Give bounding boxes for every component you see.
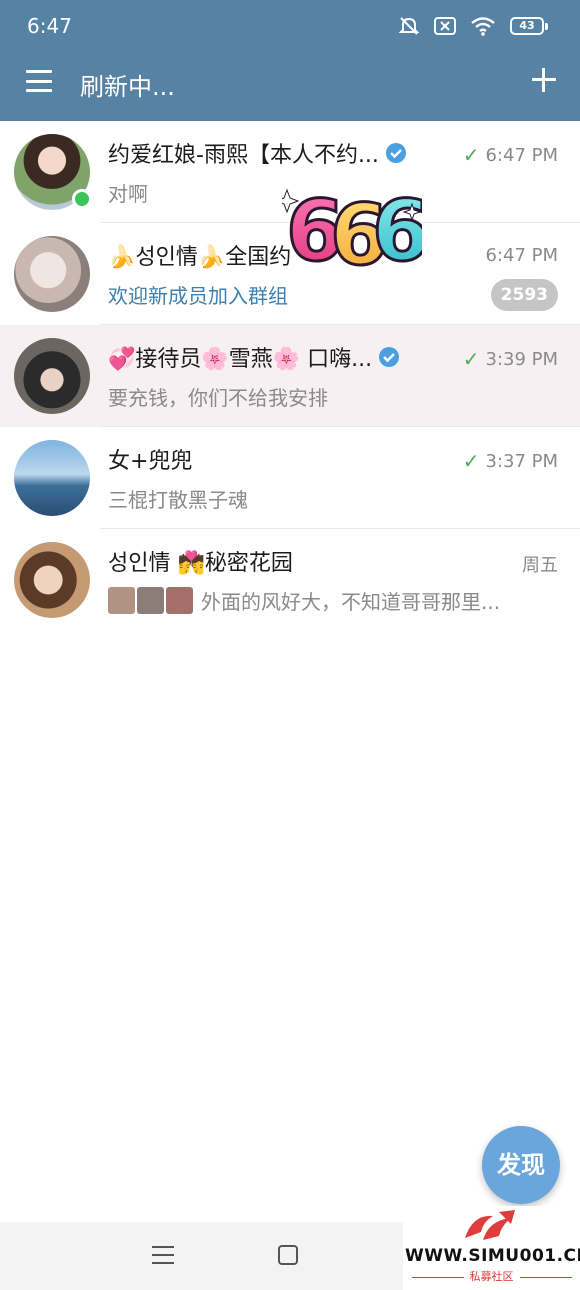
chat-row[interactable]: 💞接待员🌸雪燕🌸 口嗨... 要充钱，你们不给我安排 ✓ 3:39 PM xyxy=(0,325,580,427)
watermark: WWW.SIMU001.CN 私募社区 xyxy=(403,1206,580,1290)
chat-meta: 周五 xyxy=(522,551,558,577)
online-status-dot xyxy=(72,189,92,209)
chat-last-message: 三棍打散黑子魂 xyxy=(108,488,248,512)
media-thumbnail xyxy=(108,587,135,614)
page-title: 刷新中... xyxy=(80,73,175,101)
discover-button[interactable]: 发现 xyxy=(482,1126,560,1204)
avatar xyxy=(14,338,90,414)
666-sticker: 6 6 6 xyxy=(282,181,422,274)
read-check-icon: ✓ xyxy=(462,347,480,371)
media-thumbnail xyxy=(166,587,193,614)
status-icons: 43 xyxy=(398,15,548,37)
chat-meta: ✓ 3:39 PM xyxy=(463,347,558,371)
chat-name: 💞接待员🌸雪燕🌸 口嗨... xyxy=(108,341,400,373)
watermark-url: WWW.SIMU001.CN xyxy=(405,1246,580,1266)
mute-bell-icon xyxy=(398,17,420,35)
app-bar: 刷新中... xyxy=(0,52,580,121)
verified-icon xyxy=(385,143,406,163)
chat-name: 女+兜兜 xyxy=(108,449,193,474)
chat-last-message: 对啊 xyxy=(108,182,148,206)
battery-indicator: 43 xyxy=(510,17,548,35)
watermark-logo-icon xyxy=(465,1210,515,1240)
avatar xyxy=(14,236,90,312)
chat-time: 6:47 PM xyxy=(485,144,558,166)
chat-name: 约爱红娘-雨熙【本人不约... xyxy=(108,137,407,169)
chat-row[interactable]: 女+兜兜 三棍打散黑子魂 ✓ 3:37 PM xyxy=(0,427,580,529)
chat-time: 周五 xyxy=(522,555,558,576)
chat-last-message: 欢迎新成员加入群组 xyxy=(108,284,288,308)
new-chat-plus-icon[interactable] xyxy=(530,66,558,94)
chat-last-message: 要充钱，你们不给我安排 xyxy=(108,386,328,410)
top-bar: 6:47 43 刷新中... xyxy=(0,0,580,121)
chat-time: 6:47 PM xyxy=(485,245,558,266)
avatar xyxy=(14,542,90,618)
media-thumbnail xyxy=(137,587,164,614)
read-check-icon: ✓ xyxy=(462,143,480,167)
chat-row[interactable]: 성인情 💏秘密花园 外面的风好大，不知道哥哥那里... 周五 xyxy=(0,529,580,631)
battery-level: 43 xyxy=(510,17,544,35)
chat-name: 🍌성인情🍌全国约 xyxy=(108,245,292,270)
chat-meta: ✓ 3:37 PM xyxy=(463,449,558,473)
verified-icon xyxy=(379,347,400,367)
chat-time: 3:37 PM xyxy=(485,450,558,472)
unread-count-badge: 2593 xyxy=(490,279,558,311)
avatar xyxy=(14,440,90,516)
status-time: 6:47 xyxy=(27,14,72,38)
chat-time: 3:39 PM xyxy=(485,348,558,370)
no-sim-icon xyxy=(434,17,456,35)
chat-last-message: 外面的风好大，不知道哥哥那里... xyxy=(108,586,500,615)
menu-icon[interactable] xyxy=(26,70,52,92)
chat-name: 성인情 💏秘密花园 xyxy=(108,551,293,576)
read-check-icon: ✓ xyxy=(462,449,480,473)
svg-text:6: 6 xyxy=(372,182,422,274)
wifi-icon xyxy=(471,17,495,36)
watermark-subtitle: 私募社区 xyxy=(403,1268,580,1284)
home-icon[interactable] xyxy=(278,1245,298,1265)
recent-apps-icon[interactable] xyxy=(152,1246,174,1264)
media-thumbnails xyxy=(108,587,195,614)
status-bar: 6:47 43 xyxy=(0,0,580,52)
chat-meta: 6:47 PM xyxy=(485,245,558,266)
chat-meta: ✓ 6:47 PM xyxy=(463,143,558,167)
